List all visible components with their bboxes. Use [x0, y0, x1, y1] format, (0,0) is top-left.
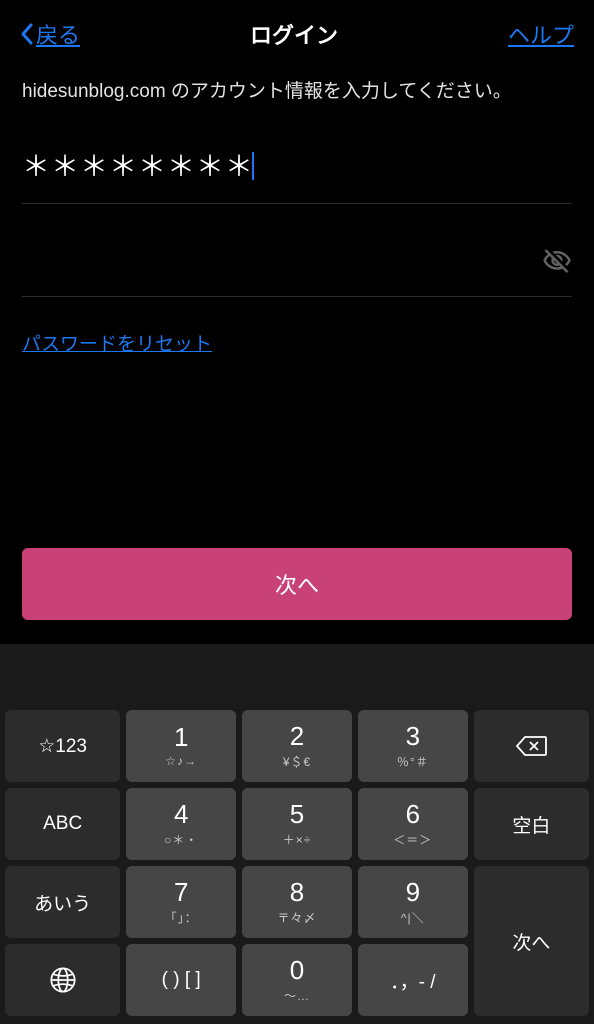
key-2[interactable]: 2 ¥＄€ — [242, 710, 352, 782]
next-button[interactable]: 次へ — [22, 548, 572, 620]
key-sub: ＜＝＞ — [393, 831, 432, 848]
key-sub: ％°＃ — [397, 753, 429, 770]
key-label: あいう — [34, 889, 91, 916]
key-5[interactable]: 5 ＋×÷ — [242, 788, 352, 860]
key-sub: ¥＄€ — [283, 753, 311, 770]
key-main: 9 — [406, 879, 420, 905]
key-main: 5 — [290, 801, 304, 827]
key-next[interactable]: 次へ — [474, 866, 589, 1016]
globe-icon — [49, 966, 77, 994]
key-7[interactable]: 7 「」： — [126, 866, 236, 938]
key-main: 4 — [174, 801, 188, 827]
keyboard-top-spacer — [0, 644, 594, 704]
key-8[interactable]: 8 〒々〆 — [242, 866, 352, 938]
key-4[interactable]: 4 ○＊・ — [126, 788, 236, 860]
back-button[interactable]: 戻る — [20, 18, 80, 50]
key-label: 次へ — [512, 928, 550, 955]
help-link[interactable]: ヘルプ — [508, 18, 574, 50]
key-sub: ^|＼ — [401, 909, 425, 926]
text-cursor — [252, 152, 254, 180]
key-label: ABC — [43, 813, 82, 835]
key-delete[interactable] — [474, 710, 589, 782]
key-main: 2 — [290, 723, 304, 749]
header-bar: 戻る ログイン ヘルプ — [0, 0, 594, 68]
key-parentheses[interactable]: ( ) [ ] — [126, 944, 236, 1016]
key-sub: 「」： — [165, 909, 198, 926]
key-main: 8 — [290, 879, 304, 905]
key-1[interactable]: 1 ☆♪→ — [126, 710, 236, 782]
key-main: 0 — [290, 957, 304, 983]
page-title: ログイン — [250, 18, 338, 50]
key-sub: ☆♪→ — [165, 754, 197, 768]
visibility-off-icon[interactable] — [542, 246, 572, 276]
key-label: 空白 — [512, 811, 550, 838]
key-main: 3 — [406, 723, 420, 749]
chevron-left-icon — [20, 23, 34, 45]
key-kana[interactable]: あいう — [5, 866, 120, 938]
reset-password-link[interactable]: パスワードをリセット — [22, 329, 572, 356]
key-main: 7 — [174, 879, 188, 905]
keyboard: ☆123 1 ☆♪→ 2 ¥＄€ 3 ％°＃ ABC 4 ○＊・ — [0, 704, 594, 1024]
key-mode-symbol[interactable]: ☆123 — [5, 710, 120, 782]
key-abc[interactable]: ABC — [5, 788, 120, 860]
login-content: hidesunblog.com のアカウント情報を入力してください。 ＊＊＊＊＊… — [0, 68, 594, 644]
key-sub: 〒々〆 — [277, 909, 316, 926]
key-sub: ＋×÷ — [283, 831, 312, 848]
key-main: ( ) [ ] — [162, 969, 201, 991]
key-0[interactable]: 0 ～… — [242, 944, 352, 1016]
key-main: 1 — [174, 724, 188, 750]
key-label: ☆123 — [38, 735, 87, 758]
spacer — [22, 356, 572, 529]
key-space[interactable]: 空白 — [474, 788, 589, 860]
key-9[interactable]: 9 ^|＼ — [358, 866, 468, 938]
key-3[interactable]: 3 ％°＃ — [358, 710, 468, 782]
username-input[interactable]: ＊＊＊＊＊＊＊＊ — [22, 145, 572, 204]
username-field-group: ＊＊＊＊＊＊＊＊ — [22, 145, 572, 204]
key-sub: ○＊・ — [164, 831, 198, 848]
key-main: ．，- / — [390, 967, 435, 994]
password-field-group[interactable] — [22, 246, 572, 297]
key-main: 6 — [406, 801, 420, 827]
delete-icon — [515, 734, 547, 758]
username-masked-value: ＊＊＊＊＊＊＊＊ — [22, 151, 254, 182]
key-globe[interactable] — [5, 944, 120, 1016]
key-6[interactable]: 6 ＜＝＞ — [358, 788, 468, 860]
back-label: 戻る — [36, 18, 80, 50]
key-punctuation[interactable]: ．，- / — [358, 944, 468, 1016]
instruction-text: hidesunblog.com のアカウント情報を入力してください。 — [22, 78, 572, 107]
key-sub: ～… — [284, 987, 310, 1004]
